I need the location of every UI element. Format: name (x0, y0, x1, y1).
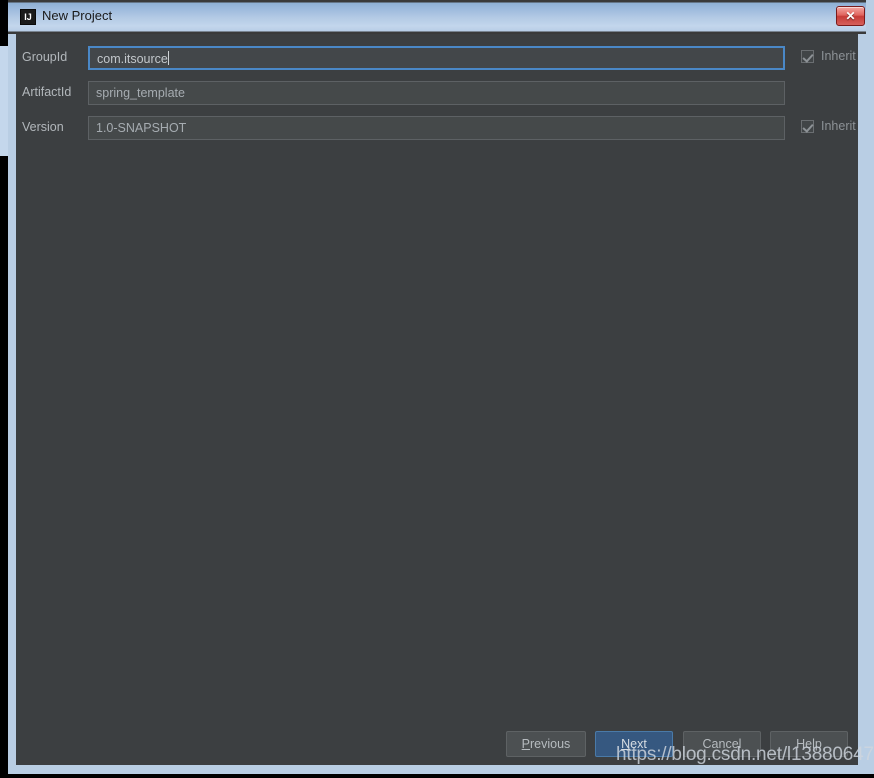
title-bar[interactable]: IJ New Project ✕ (8, 0, 866, 34)
artifactid-input[interactable]: spring_template (88, 81, 785, 105)
text-caret (167, 51, 169, 65)
version-inherit-group[interactable]: Inherit (801, 119, 856, 133)
version-label: Version (22, 120, 64, 134)
previous-button[interactable]: Previous (506, 731, 586, 757)
close-button[interactable]: ✕ (836, 6, 865, 26)
version-inherit-checkbox[interactable] (801, 119, 814, 133)
groupid-label: GroupId (22, 50, 68, 64)
artifactid-input-value: spring_template (96, 86, 185, 100)
previous-button-mnemonic: P (521, 737, 531, 751)
screen: IJ New Project ✕ GroupId com.itsource In… (0, 0, 874, 778)
groupid-inherit-label: Inherit (821, 49, 856, 63)
groupid-input-value: com.itsource (97, 52, 168, 66)
artifactid-label: ArtifactId (22, 85, 72, 99)
intellij-idea-icon: IJ (20, 9, 36, 25)
version-input[interactable]: 1.0-SNAPSHOT (88, 116, 785, 140)
version-input-value: 1.0-SNAPSHOT (96, 121, 187, 135)
watermark-text: https://blog.csdn.net/l13880647015 (616, 744, 874, 765)
form-row-artifactid: ArtifactId spring_template (16, 81, 858, 107)
groupid-input[interactable]: com.itsource (88, 46, 785, 70)
close-icon: ✕ (845, 9, 856, 23)
version-inherit-label: Inherit (821, 119, 856, 133)
form-row-groupid: GroupId com.itsource Inherit (16, 46, 858, 72)
groupid-inherit-group[interactable]: Inherit (801, 49, 856, 63)
window-title: New Project (42, 8, 113, 23)
form-row-version: Version 1.0-SNAPSHOT Inherit (16, 116, 858, 142)
dialog-body: GroupId com.itsource Inherit ArtifactId … (16, 34, 858, 765)
intellij-idea-icon-text: IJ (24, 11, 32, 22)
previous-button-label: revious (530, 737, 571, 751)
groupid-inherit-checkbox[interactable] (801, 49, 814, 63)
